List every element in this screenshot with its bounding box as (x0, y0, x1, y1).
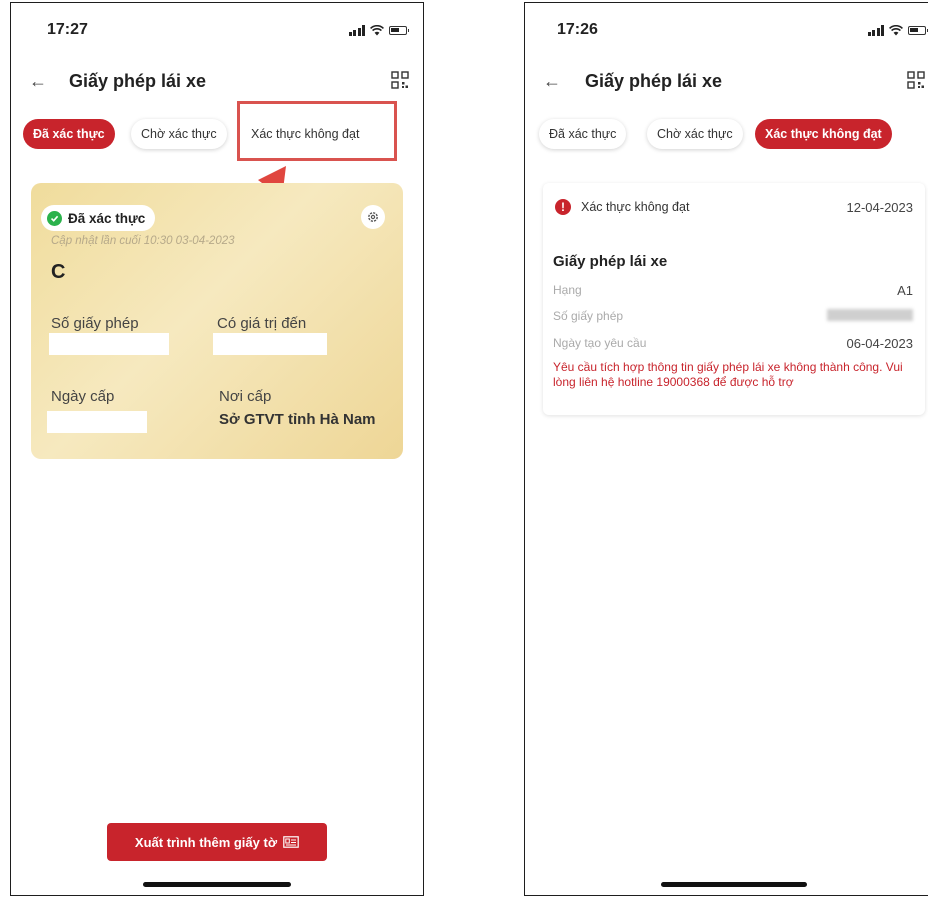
battery-icon (908, 26, 928, 35)
license-number-blurred (827, 309, 913, 321)
back-arrow-icon[interactable]: ← (29, 71, 47, 92)
result-date: 12-04-2023 (846, 200, 914, 215)
result-title: Giấy phép lái xe (553, 253, 668, 270)
last-updated-text: Cập nhật lần cuối 10:30 03-04-2023 (51, 235, 235, 247)
status-time: 17:26 (557, 21, 598, 38)
issued-by-value: Sở GTVT tỉnh Hà Nam (219, 411, 376, 428)
qr-code-icon[interactable] (391, 71, 409, 89)
battery-icon (389, 26, 409, 35)
valid-until-redacted (213, 333, 327, 355)
tab-failed[interactable]: Xác thực không đạt (755, 119, 892, 149)
wifi-icon (889, 25, 903, 36)
license-card[interactable]: Đã xác thực Cập nhật lần cuối 10:30 03-0… (31, 183, 403, 459)
request-date-value: 06-04-2023 (846, 336, 914, 351)
status-time: 17:27 (47, 21, 88, 38)
signal-icon (867, 25, 884, 36)
valid-until-label: Có giá trị đến (217, 315, 307, 332)
issue-date-label: Ngày cấp (51, 388, 115, 405)
verification-tabs: Đã xác thực Chờ xác thực Xác thực không … (525, 119, 928, 151)
issue-date-redacted (47, 411, 147, 433)
system-icons (867, 25, 928, 36)
page-header: ← Giấy phép lái xe (525, 69, 928, 97)
qr-code-icon[interactable] (907, 71, 925, 89)
right-phone-screen: 17:26 ← Giấy phép lái xe Đã xác thực Chờ… (524, 2, 928, 896)
verification-result-card[interactable]: ! Xác thực không đạt 12-04-2023 Giấy phé… (543, 183, 925, 415)
license-number-label: Số giấy phép (553, 309, 624, 323)
tab-pending[interactable]: Chờ xác thực (647, 119, 743, 149)
license-number-redacted (49, 333, 169, 355)
home-indicator (661, 882, 807, 887)
wifi-icon (370, 25, 384, 36)
page-title: Giấy phép lái xe (69, 71, 207, 91)
verified-badge: Đã xác thực (41, 205, 156, 231)
present-documents-button[interactable]: Xuất trình thêm giấy tờ (107, 823, 327, 861)
tab-verified[interactable]: Đã xác thực (23, 119, 115, 149)
check-circle-icon (47, 210, 62, 226)
page-title: Giấy phép lái xe (585, 71, 723, 91)
error-icon: ! (555, 199, 571, 215)
license-class: C (51, 261, 66, 283)
tab-pending[interactable]: Chờ xác thực (131, 119, 227, 149)
left-phone-screen: 17:27 ← Giấy phép lái xe Đã xác thực Chờ… (10, 2, 424, 896)
class-label: Hạng (553, 283, 582, 297)
error-message: Yêu cầu tích hợp thông tin giấy phép lái… (553, 360, 903, 389)
request-date-label: Ngày tạo yêu cầu (553, 336, 647, 350)
class-value: A1 (897, 283, 913, 298)
back-arrow-icon[interactable]: ← (543, 71, 561, 92)
tab-highlight-box (237, 101, 397, 161)
verified-badge-label: Đã xác thực (68, 210, 146, 226)
tab-verified[interactable]: Đã xác thực (539, 119, 627, 149)
status-bar: 17:26 (525, 21, 928, 45)
system-icons (348, 25, 409, 36)
signal-icon (348, 25, 365, 36)
result-status: Xác thực không đạt (581, 200, 690, 214)
home-indicator (143, 882, 291, 887)
id-card-icon (283, 836, 299, 848)
present-documents-label: Xuất trình thêm giấy tờ (134, 834, 278, 850)
issued-by-label: Nơi cấp (219, 388, 272, 405)
page-header: ← Giấy phép lái xe (11, 69, 423, 97)
status-bar: 17:27 (11, 21, 423, 45)
gear-icon[interactable] (361, 205, 385, 229)
license-number-label: Số giấy phép (51, 315, 139, 332)
